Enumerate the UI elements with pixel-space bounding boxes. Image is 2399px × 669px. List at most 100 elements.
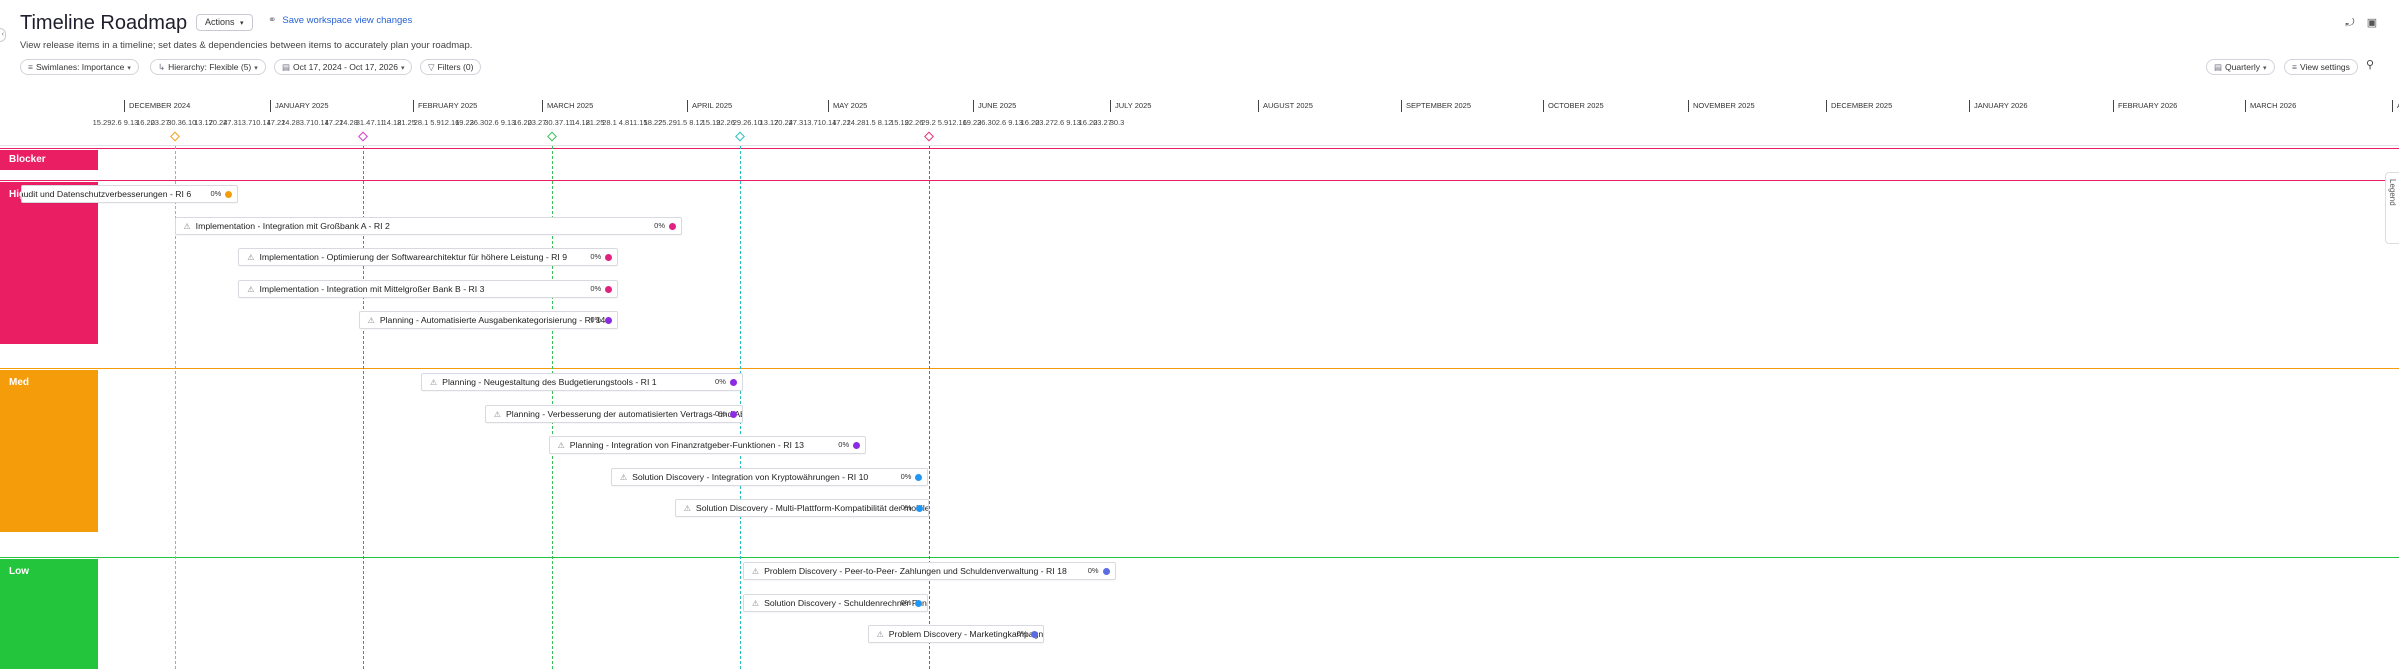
progress-percent: 0% bbox=[900, 597, 912, 607]
milestone-line bbox=[928, 146, 930, 669]
week-label: 2.6 bbox=[995, 118, 1007, 127]
status-dot-icon bbox=[225, 191, 233, 198]
status-dot-icon bbox=[605, 317, 613, 324]
release-item-icon: ⚠ bbox=[751, 567, 760, 576]
status-dot-icon bbox=[853, 442, 861, 449]
hierarchy-dropdown[interactable]: ↳ Hierarchy: Flexible (5) ▾ bbox=[150, 59, 266, 75]
roadmap-item-bar[interactable]: ⚠ Implementation - Optimierung der Softwa… bbox=[238, 248, 619, 266]
status-dot-icon bbox=[915, 505, 923, 512]
month-label: FEBRUARY 2025 bbox=[413, 100, 477, 112]
week-label: 5.9 bbox=[430, 118, 441, 127]
swimlane-blocker: Blocker bbox=[0, 150, 98, 170]
week-label: 25.29 bbox=[658, 118, 677, 127]
save-view-link[interactable]: ⚭ Save workspace view changes bbox=[268, 15, 412, 26]
actions-button[interactable]: Actions ▾ bbox=[196, 14, 253, 31]
roadmap-item-bar[interactable]: ⚠ Implementation - Integration mit Mittel… bbox=[238, 279, 619, 298]
swimlane-divider bbox=[0, 557, 2399, 558]
swimlanes-icon: ≡ bbox=[28, 62, 33, 72]
month-label: JUNE 2025 bbox=[973, 100, 1016, 112]
page-title: Timeline Roadmap bbox=[20, 12, 188, 34]
swimlane-high: High bbox=[0, 182, 98, 344]
view-settings-label: View settings bbox=[2299, 62, 2350, 72]
progress-percent: 0% bbox=[715, 408, 726, 418]
status-dot-icon bbox=[1102, 568, 1110, 575]
release-item-icon: ⚠ bbox=[247, 284, 255, 294]
chevron-down-icon: ▾ bbox=[2263, 65, 2267, 72]
chevron-down-icon: ▾ bbox=[254, 65, 258, 72]
search-icon[interactable]: ⚲ bbox=[2366, 58, 2374, 71]
roadmap-item-bar[interactable]: Sicherheitsaudit und Datenschutzverbesse… bbox=[20, 185, 239, 203]
roadmap-item-label: Planning - Verbesserung der automatisier… bbox=[505, 408, 742, 419]
week-label: 3.7 bbox=[807, 118, 818, 127]
status-dot-icon bbox=[729, 379, 737, 386]
roadmap-item-label: Implementation - Integration mit Mittelg… bbox=[259, 283, 485, 294]
month-label: SEPTEMBER 2025 bbox=[1401, 100, 1471, 112]
roadmap-item-bar[interactable]: ⚠ Planning - Verbesserung der automatisie… bbox=[484, 404, 743, 423]
milestone-diamond-icon[interactable] bbox=[923, 131, 934, 142]
milestone-diamond-icon[interactable] bbox=[735, 131, 745, 142]
filter-icon: ▽ bbox=[428, 62, 435, 72]
month-label: NOVEMBER 2025 bbox=[1688, 100, 1755, 112]
release-item-icon: ⚠ bbox=[751, 598, 760, 608]
month-label: JANUARY 2025 bbox=[270, 100, 329, 112]
roadmap-item-bar[interactable]: ⚠ Problem Discovery - Peer-to-Peer- Zahlu… bbox=[742, 562, 1116, 580]
page-header: ‹ Timeline Roadmap Actions ▾ ⚭ Save works… bbox=[0, 0, 2399, 80]
save-view-icon: ⚭ bbox=[268, 15, 277, 26]
progress-percent: 0% bbox=[838, 440, 850, 449]
week-label: 31.4 bbox=[355, 118, 371, 127]
progress-percent: 0% bbox=[590, 315, 602, 324]
week-label: 4.8 bbox=[618, 118, 630, 127]
roadmap-item-bar[interactable]: ⚠ Planning - Neugestaltung des Budgetieru… bbox=[421, 373, 743, 391]
status-dot-icon bbox=[915, 473, 923, 481]
date-range-dropdown[interactable]: ▤ Oct 17, 2024 - Oct 17, 2026 ▾ bbox=[274, 59, 413, 75]
week-label: 30.3 bbox=[544, 118, 559, 127]
swimlanes-dropdown[interactable]: ≡ Swimlanes: Importance ▾ bbox=[20, 59, 139, 75]
month-label: AUGUST 2025 bbox=[1258, 100, 1313, 112]
roadmap-item-label: Sicherheitsaudit und Datenschutzverbesse… bbox=[22, 189, 192, 199]
hierarchy-icon: ↳ bbox=[158, 62, 166, 72]
week-label: 30.3 bbox=[1109, 118, 1125, 127]
filters-button[interactable]: ▽ Filters (0) bbox=[420, 59, 482, 75]
milestone-diamond-icon[interactable] bbox=[169, 131, 180, 142]
share-icon[interactable]: ⤾ bbox=[2342, 15, 2358, 31]
roadmap-item-bar[interactable]: ⚠ Solution Discovery - Multi-Plattform-Ko… bbox=[674, 499, 929, 517]
roadmap-item-bar[interactable]: ⚠ Planning - Automatisierte Ausgabenkateg… bbox=[358, 311, 619, 329]
milestone-diamond-icon[interactable] bbox=[546, 131, 557, 142]
roadmap-item-bar[interactable]: ⚠Solution Discovery - Schuldenrechner Fu… bbox=[742, 593, 929, 612]
status-dot-icon bbox=[605, 285, 613, 293]
week-label: 28.1 bbox=[602, 118, 617, 127]
release-item-icon: ⚠ bbox=[493, 409, 501, 419]
view-settings-button[interactable]: ≡ View settings bbox=[2284, 59, 2358, 75]
swimlane-med: Med bbox=[0, 370, 98, 532]
swimlane-divider bbox=[0, 148, 2399, 149]
legend-tab[interactable]: Legend bbox=[2385, 172, 2399, 244]
month-label: FEBRUARY 2026 bbox=[2113, 100, 2177, 112]
week-label: 3.7 bbox=[241, 118, 253, 127]
roadmap-item-label: Solution Discovery - Integration von Kry… bbox=[632, 471, 869, 482]
milestone-diamond-icon[interactable] bbox=[358, 131, 368, 142]
release-item-icon: ⚠ bbox=[619, 472, 628, 482]
week-label: 26.30 bbox=[977, 118, 996, 127]
release-item-icon: ⚠ bbox=[430, 378, 438, 387]
status-dot-icon bbox=[605, 254, 613, 261]
roadmap-item-label: Implementation - Optimierung der Softwar… bbox=[259, 252, 568, 262]
week-label: 27.31 bbox=[788, 118, 808, 127]
roadmap-item-bar[interactable]: ⚠ Planning - Integration von Finanzratgeb… bbox=[548, 436, 867, 454]
week-label: 30.3 bbox=[167, 118, 182, 127]
roadmap-chart: Blocker High Med Low Sicherheitsaudit und Da… bbox=[0, 146, 2399, 669]
zoom-label: Quarterly bbox=[2225, 62, 2260, 72]
month-label: JULY 2025 bbox=[1110, 100, 1151, 112]
expand-icon[interactable]: ▣ bbox=[2364, 15, 2380, 31]
month-label: MARCH 2025 bbox=[542, 100, 593, 112]
chevron-down-icon: ▾ bbox=[400, 65, 405, 72]
roadmap-item-bar[interactable]: ⚠ Implementation - Integration mit Großba… bbox=[174, 216, 682, 235]
zoom-dropdown[interactable]: ▤ Quarterly ▾ bbox=[2206, 59, 2275, 75]
filters-label: Filters (0) bbox=[437, 62, 474, 72]
progress-percent: 0% bbox=[900, 503, 912, 512]
roadmap-item-bar[interactable]: ⚠ Solution Discovery - Integration von Kr… bbox=[610, 467, 929, 486]
week-label: 2.6 bbox=[111, 118, 122, 127]
chevron-left-icon[interactable]: ‹ bbox=[0, 28, 6, 42]
roadmap-item-bar[interactable]: ⚠Problem Discovery - Marketingkampagne f… bbox=[867, 625, 1045, 643]
month-label: A bbox=[2392, 100, 2399, 112]
status-dot-icon bbox=[729, 410, 737, 418]
